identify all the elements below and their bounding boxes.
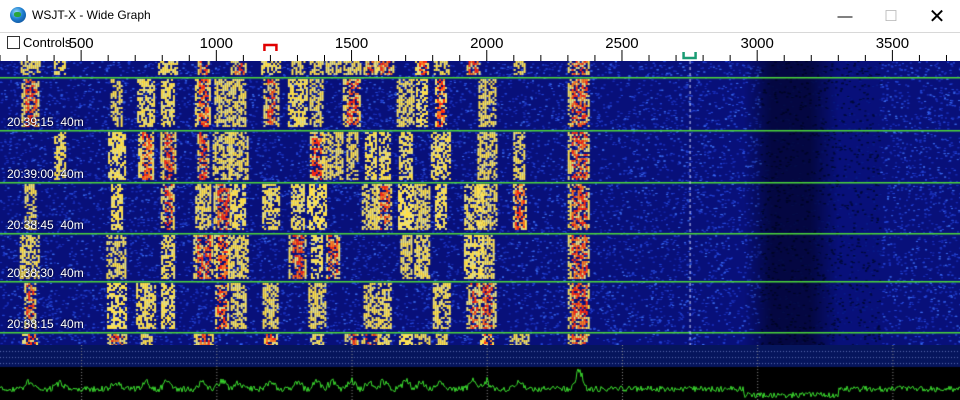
timestamp-label: 20:39:00 40m (7, 167, 84, 181)
scale-label: 2000 (470, 35, 503, 52)
timestamp-label: 20:38:15 40m (7, 317, 84, 331)
spectrum-display (0, 345, 960, 400)
controls-label: Controls (23, 34, 72, 50)
controls-checkbox[interactable] (7, 35, 20, 49)
close-button[interactable]: ✕ (914, 0, 960, 32)
scale-label: 2500 (605, 35, 638, 52)
frequency-scale[interactable]: 500 1000 1500 2000 2500 3000 3500 (0, 32, 960, 62)
waterfall-display[interactable]: 20:39:15 40m 20:39:00 40m 20:38:45 40m 20:3… (0, 61, 960, 345)
globe-icon (10, 7, 26, 23)
spectrum-canvas (0, 345, 960, 400)
timestamp-label: 20:38:45 40m (7, 218, 84, 232)
controls-toggle[interactable]: Controls (7, 34, 71, 50)
scale-label: 1500 (335, 35, 368, 52)
waterfall-canvas (0, 61, 960, 345)
tx-frequency-marker[interactable] (682, 52, 697, 60)
scale-label: 500 (69, 35, 94, 52)
frequency-scale-axis: 500 1000 1500 2000 2500 3000 3500 (0, 35, 947, 62)
maximize-button[interactable]: ☐ (868, 0, 914, 32)
timestamp-label: 20:39:15 40m (7, 115, 84, 129)
scale-label: 3500 (876, 35, 909, 52)
window-title: WSJT-X - Wide Graph (32, 8, 151, 22)
scale-label: 1000 (200, 35, 233, 52)
rx-frequency-marker[interactable] (263, 43, 278, 51)
timestamp-label: 20:38:30 40m (7, 266, 84, 280)
scale-label: 3000 (740, 35, 773, 52)
minimize-button[interactable]: — (822, 0, 868, 32)
title-bar: WSJT-X - Wide Graph — ☐ ✕ (0, 0, 960, 32)
